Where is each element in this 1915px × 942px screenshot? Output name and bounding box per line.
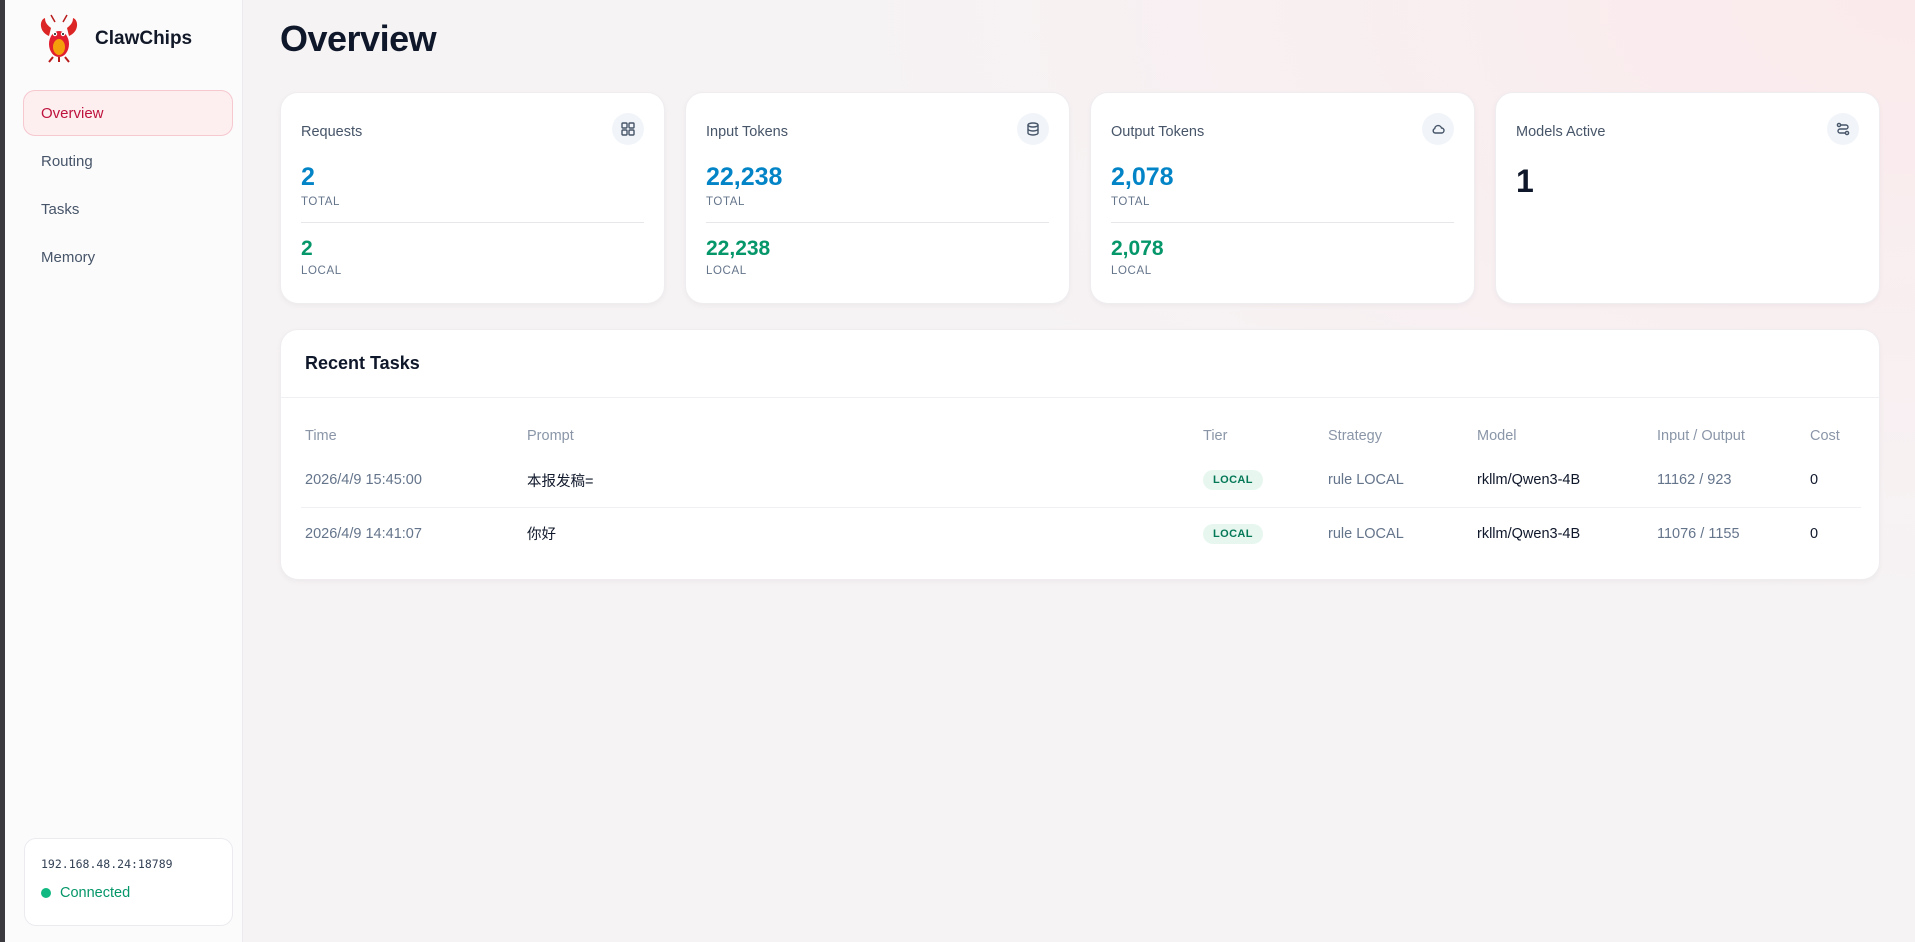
cell-model: rkllm/Qwen3-4B: [1473, 454, 1653, 508]
column-header-model[interactable]: Model: [1473, 418, 1653, 454]
input-tokens-total-value: 22,238: [706, 163, 783, 191]
local-label: LOCAL: [301, 265, 342, 277]
card-title: Output Tokens: [1111, 124, 1205, 140]
output-tokens-total-value: 2,078: [1111, 163, 1174, 191]
table-row[interactable]: 2026/4/9 15:45:00 本报发稿= LOCAL rule LOCAL…: [301, 454, 1861, 508]
column-header-prompt[interactable]: Prompt: [523, 418, 1199, 454]
column-header-cost[interactable]: Cost: [1806, 418, 1861, 454]
brand[interactable]: ClawChips: [35, 14, 192, 64]
cell-time: 2026/4/9 14:41:07: [305, 525, 422, 542]
output-tokens-card: Output Tokens 2,078 TOTAL 2,078 LOCAL: [1090, 92, 1475, 304]
card-title: Input Tokens: [706, 124, 788, 140]
total-label: TOTAL: [706, 196, 745, 208]
cell-cost: 0: [1806, 454, 1861, 508]
main-content: Overview Requests 2 TOTAL 2 LOCAL Input …: [243, 0, 1915, 942]
input-tokens-card: Input Tokens 22,238 TOTAL 22,238 LOCAL: [685, 92, 1070, 304]
requests-local-value: 2: [301, 237, 313, 260]
requests-card: Requests 2 TOTAL 2 LOCAL: [280, 92, 665, 304]
cell-prompt: 你好: [527, 527, 556, 544]
cell-strategy: rule LOCAL: [1328, 525, 1404, 542]
lobster-logo-icon: [40, 14, 78, 63]
column-header-strategy[interactable]: Strategy: [1324, 418, 1473, 454]
cell-model: rkllm/Qwen3-4B: [1477, 525, 1581, 542]
input-tokens-local-value: 22,238: [706, 237, 771, 260]
models-active-card: Models Active 1: [1495, 92, 1880, 304]
connection-panel: 192.168.48.24:18789 Connected: [24, 838, 233, 926]
column-header-time[interactable]: Time: [301, 418, 523, 454]
output-tokens-local-value: 2,078: [1111, 237, 1164, 260]
cell-input-output: 11162 / 923: [1653, 454, 1806, 508]
cell-prompt: 本报发稿=: [523, 454, 1199, 508]
app-name: ClawChips: [95, 28, 193, 49]
local-label: LOCAL: [706, 265, 747, 277]
cell-time: 2026/4/9 15:45:00: [301, 454, 523, 508]
cell-tier: LOCAL: [1199, 507, 1324, 560]
route-icon: [1827, 113, 1859, 145]
cell-input-output: 11076 / 1155: [1657, 525, 1740, 542]
cell-cost: 0: [1810, 525, 1819, 542]
sidebar-item-tasks[interactable]: Tasks: [23, 186, 233, 232]
tier-badge: LOCAL: [1203, 523, 1263, 544]
local-label: LOCAL: [1111, 265, 1152, 277]
connection-address: 192.168.48.24:18789: [41, 857, 173, 871]
sidebar-nav: Overview Routing Tasks Memory: [23, 90, 233, 282]
cloud-icon: [1422, 113, 1454, 145]
connection-status-label: Connected: [60, 885, 131, 901]
divider: [1111, 222, 1454, 223]
recent-tasks-panel: Recent Tasks Time Prompt Tier Strategy M…: [280, 329, 1880, 580]
total-label: TOTAL: [1111, 196, 1150, 208]
stat-cards: Requests 2 TOTAL 2 LOCAL Input Tokens 22…: [280, 92, 1880, 304]
table-header-row: Time Prompt Tier Strategy Model Input / …: [301, 418, 1861, 454]
page-title: Overview: [280, 18, 437, 59]
divider: [706, 222, 1049, 223]
sidebar-item-memory[interactable]: Memory: [23, 234, 233, 280]
connection-status: Connected: [41, 885, 216, 901]
sidebar: ClawChips Overview Routing Tasks Memory …: [5, 0, 243, 942]
table-row[interactable]: 2026/4/9 14:41:07 你好 LOCAL rule LOCAL rk…: [301, 507, 1861, 560]
grid-icon: [612, 113, 644, 145]
status-dot-icon: [41, 888, 51, 898]
tier-badge: LOCAL: [1203, 470, 1263, 491]
sidebar-item-routing[interactable]: Routing: [23, 138, 233, 184]
divider: [301, 222, 644, 223]
total-label: TOTAL: [301, 196, 340, 208]
recent-tasks-title: Recent Tasks: [281, 330, 1879, 398]
card-title: Models Active: [1516, 124, 1606, 140]
card-title: Requests: [301, 124, 363, 140]
models-active-value: 1: [1516, 163, 1534, 199]
database-icon: [1017, 113, 1049, 145]
requests-total-value: 2: [301, 163, 315, 191]
recent-tasks-table: Time Prompt Tier Strategy Model Input / …: [301, 418, 1861, 560]
cell-strategy: rule LOCAL: [1324, 454, 1473, 508]
column-header-tier[interactable]: Tier: [1199, 418, 1324, 454]
cell-tier: LOCAL: [1199, 454, 1324, 508]
sidebar-item-overview[interactable]: Overview: [23, 90, 233, 136]
column-header-input-output[interactable]: Input / Output: [1653, 418, 1806, 454]
